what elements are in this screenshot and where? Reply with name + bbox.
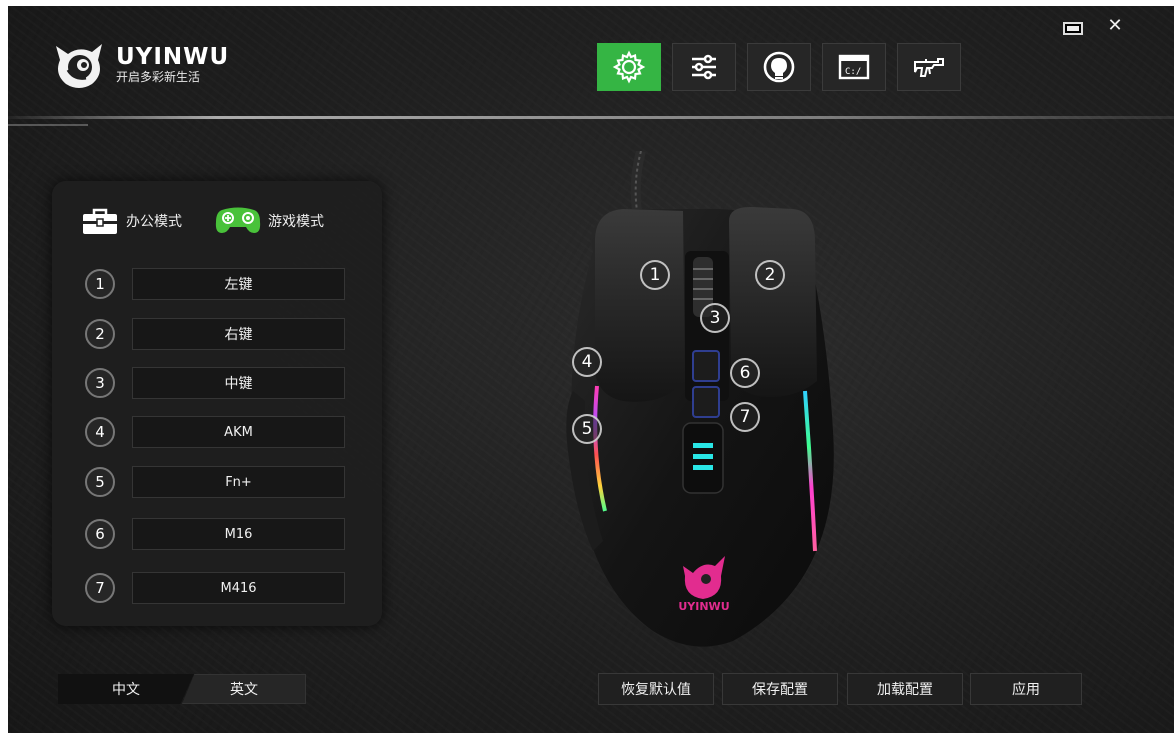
button-config-panel: 办公模式 游戏模式 1 左键 2 右键 3 中键 4 AKM 5 Fn+ 6 M… — [52, 181, 382, 626]
mouse-diagram: UYINWU 1 2 3 4 5 6 7 — [543, 149, 863, 651]
save-config-button[interactable]: 保存配置 — [722, 673, 838, 705]
rifle-icon — [914, 58, 944, 77]
button-number-badge: 3 — [85, 368, 115, 398]
office-mode-label: 办公模式 — [126, 214, 182, 230]
button-4-assignment[interactable]: AKM — [132, 416, 345, 448]
mouse-callout-6[interactable]: 6 — [730, 358, 760, 388]
sliders-icon — [692, 54, 716, 80]
button-row-6: 6 M16 — [85, 517, 350, 551]
button-row-4: 4 AKM — [85, 415, 350, 449]
button-2-assignment[interactable]: 右键 — [132, 318, 345, 350]
button-5-assignment[interactable]: Fn+ — [132, 466, 345, 498]
button-row-2: 2 右键 — [85, 317, 350, 351]
mouse-callout-7[interactable]: 7 — [730, 402, 760, 432]
button-number-badge: 6 — [85, 519, 115, 549]
button-row-5: 5 Fn+ — [85, 465, 350, 499]
lightbulb-icon — [763, 51, 795, 83]
button-row-3: 3 中键 — [85, 366, 350, 400]
button-number-badge: 5 — [85, 467, 115, 497]
app-window: UYINWU 开启多彩新生活 ✕ C:/ 办公模式 游戏模式 1 左键 2 右键… — [8, 6, 1174, 733]
owl-logo-icon — [56, 44, 102, 88]
brand-slogan: 开启多彩新生活 — [116, 70, 201, 84]
mouse-brand-text: UYINWU — [678, 600, 729, 613]
load-config-button[interactable]: 加载配置 — [847, 673, 963, 705]
button-1-assignment[interactable]: 左键 — [132, 268, 345, 300]
header-divider — [8, 116, 1174, 119]
restore-defaults-button[interactable]: 恢复默认值 — [598, 673, 714, 705]
button-number-badge: 4 — [85, 417, 115, 447]
tab-button-settings[interactable] — [597, 43, 661, 91]
close-button[interactable]: ✕ — [1104, 16, 1126, 36]
language-chinese-tab[interactable]: 中文 — [58, 674, 194, 704]
mouse-callout-4[interactable]: 4 — [572, 347, 602, 377]
mouse-callout-2[interactable]: 2 — [755, 260, 785, 290]
game-mode-toggle[interactable]: 游戏模式 — [214, 206, 324, 236]
brand-name: UYINWU — [116, 44, 230, 70]
button-7-assignment[interactable]: M416 — [132, 572, 345, 604]
button-number-badge: 2 — [85, 319, 115, 349]
close-icon: ✕ — [1107, 15, 1123, 36]
minimize-button[interactable] — [1061, 16, 1083, 36]
button-3-assignment[interactable]: 中键 — [132, 367, 345, 399]
button-number-badge: 1 — [85, 269, 115, 299]
brand-logo: UYINWU 开启多彩新生活 — [52, 40, 229, 90]
mouse-callout-1[interactable]: 1 — [640, 260, 670, 290]
button-row-1: 1 左键 — [85, 267, 350, 301]
minimize-icon — [1065, 24, 1081, 33]
button-row-7: 7 M416 — [85, 571, 350, 605]
console-icon: C:/ — [838, 54, 870, 80]
header-divider-accent — [8, 124, 88, 126]
main-toolbar: C:/ — [597, 43, 961, 91]
mouse-callout-3[interactable]: 3 — [700, 303, 730, 333]
briefcase-icon — [83, 208, 117, 234]
office-mode-toggle[interactable]: 办公模式 — [80, 206, 182, 236]
button-number-badge: 7 — [85, 573, 115, 603]
language-switch: 中文 英文 — [58, 674, 306, 704]
svg-text:C:/: C:/ — [845, 67, 861, 77]
language-english-tab[interactable]: 英文 — [182, 674, 306, 704]
tab-button-gun[interactable] — [897, 43, 961, 91]
gamepad-icon — [215, 207, 261, 233]
gaming-mouse-image: UYINWU — [566, 149, 834, 647]
gear-icon — [612, 50, 646, 84]
game-mode-label: 游戏模式 — [268, 214, 324, 230]
tab-button-macro[interactable]: C:/ — [822, 43, 886, 91]
apply-button[interactable]: 应用 — [970, 673, 1082, 705]
mouse-callout-5[interactable]: 5 — [572, 414, 602, 444]
tab-button-lighting[interactable] — [747, 43, 811, 91]
tab-button-adjust[interactable] — [672, 43, 736, 91]
button-6-assignment[interactable]: M16 — [132, 518, 345, 550]
